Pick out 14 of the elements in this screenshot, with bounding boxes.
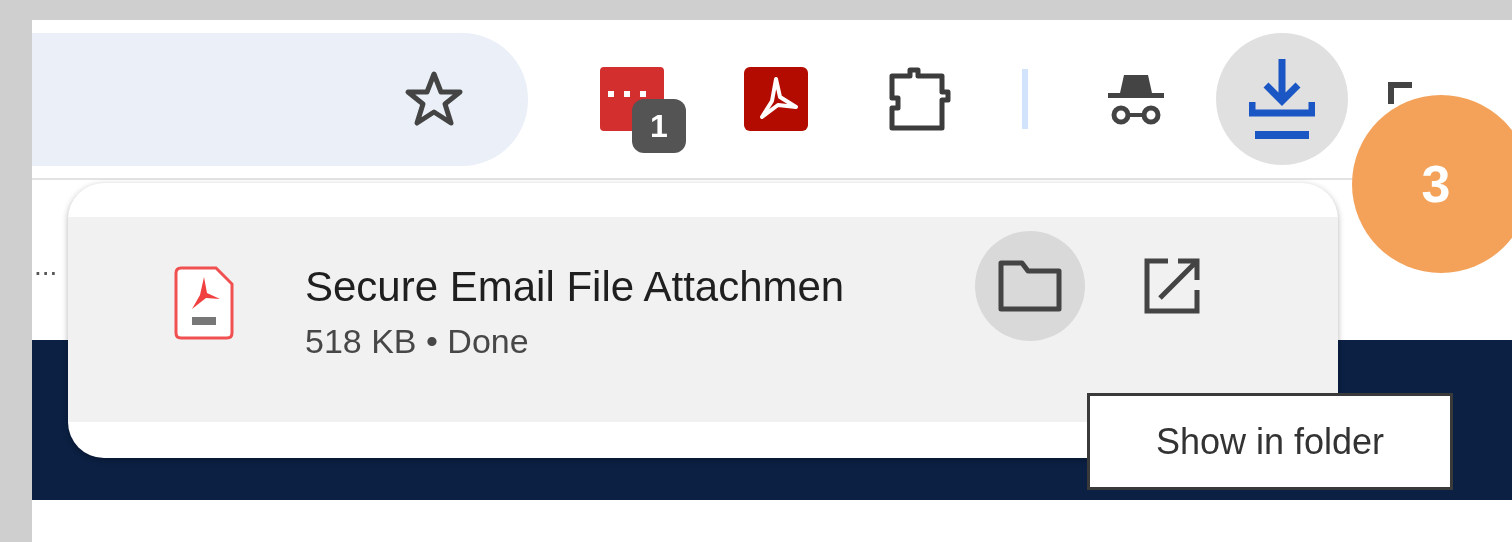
pdf-file-icon (172, 265, 236, 341)
truncated-text: ... (34, 252, 58, 280)
open-external-icon (1144, 258, 1200, 314)
tooltip-text: Show in folder (1155, 419, 1385, 464)
folder-icon (998, 260, 1062, 312)
profile-icon[interactable] (1388, 82, 1412, 104)
file-name: Secure Email File Attachmen (305, 263, 846, 311)
download-status: 518 KB • Done (305, 321, 530, 362)
extensions-puzzle-icon[interactable] (888, 66, 952, 132)
download-icon (1249, 57, 1315, 141)
notification-badge: 1 (632, 99, 686, 153)
download-item[interactable]: Secure Email File Attachmen 518 KB • Done (68, 217, 1338, 422)
pdf-reader-icon[interactable] (744, 67, 808, 131)
bookmark-star-icon[interactable] (404, 70, 464, 128)
